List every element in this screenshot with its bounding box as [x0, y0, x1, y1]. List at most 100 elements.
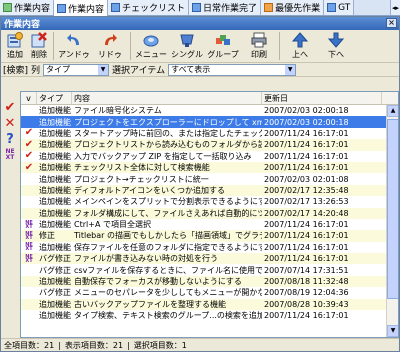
column-label: 列	[31, 66, 41, 76]
tab-icon	[327, 3, 337, 12]
column-header-date[interactable]: 更新日	[262, 92, 382, 104]
row-mark-cell[interactable]: NE XT	[21, 219, 37, 230]
table-row[interactable]: NE XT 修正 Titlebar の描画でもしかしたら「描画領域」でグラデー... 2…	[21, 230, 398, 242]
column-header-mark[interactable]: v	[21, 92, 37, 104]
row-date-cell: 2007/11/24 16:17:01	[264, 128, 349, 138]
row-date-cell: 2007/11/24 16:17:01	[264, 231, 349, 241]
add-button[interactable]: 追加	[3, 32, 27, 62]
question-icon[interactable]: ?	[3, 133, 17, 147]
tab-scroll-arrows-icon[interactable]: ◂▸	[390, 0, 400, 15]
table-row[interactable]: 追加機能 古いバックアップファイルを整理する機能 2007/08/28 10:39:…	[21, 298, 398, 311]
row-mark-cell[interactable]: NE XT	[21, 230, 37, 241]
table-row[interactable]: 追加機能プロジェクトをエクスプローラーにドロップして xml ファイ...200…	[21, 116, 398, 128]
column-header-type[interactable]: タイプ	[37, 92, 72, 104]
print-button[interactable]: 印刷	[241, 32, 277, 62]
row-date-cell: 2007/02/03 02:01:08	[264, 174, 349, 184]
row-type-cell: 追加機能	[39, 151, 71, 161]
row-mark-cell[interactable]: ✔	[21, 139, 37, 150]
single-icon	[179, 32, 195, 48]
row-mark-cell[interactable]	[21, 264, 37, 275]
row-type-cell: バグ修正	[39, 265, 71, 275]
status-separator: |	[127, 340, 130, 350]
table-row[interactable]: ✔ 追加機能 入力でバックアップ ZIP を指定して一括取り込み 2007/11/24…	[21, 151, 398, 162]
row-mark-cell[interactable]	[21, 310, 37, 321]
group-button[interactable]: グループ	[205, 32, 241, 62]
table-row[interactable]: バグ修正 メニューのセパレータを少ししてもメニューが開かない... 2007/08/…	[21, 287, 398, 298]
column-select[interactable]: タイプ ▼	[43, 63, 110, 76]
table-row[interactable]: 追加機能 ディフォルトアイコンをいくつか追加する 2007/02/17 12:35:…	[21, 184, 398, 197]
table-row[interactable]: 追加機能 ファイル暗号化システム 2007/02/03 02:00:18	[21, 105, 398, 116]
tab-5[interactable]: GT	[324, 0, 355, 15]
table-row[interactable]: ✔ 追加機能プロジェクトリストから読み込むものフォルダから読み込む...2007/…	[21, 139, 398, 151]
up-arrow-button[interactable]: 上へ	[282, 32, 318, 62]
table-row[interactable]: ✔ 追加機能スタートアップ時に前回の、または指定したチェックリスト...2007/…	[21, 128, 398, 139]
undo-button[interactable]: アンドゥ	[56, 32, 92, 62]
table-row[interactable]: 追加機能フォルダ構成にして、ファイルさえあれば自動的にツリー...2007/02…	[21, 207, 398, 219]
vertical-scrollbar[interactable]: ▲ ▼	[386, 105, 398, 337]
row-mark-cell[interactable]	[21, 116, 37, 127]
table-row[interactable]: 追加機能 タイプ検索、テキスト検索のグループ...の検索を追加 2007/11/24…	[21, 310, 398, 321]
row-mark-cell[interactable]	[21, 173, 37, 184]
row-mark-cell[interactable]	[21, 105, 37, 116]
menu-button[interactable]: メニュー	[133, 32, 169, 62]
status-total: 全項目数：21	[4, 340, 55, 350]
row-mark-cell[interactable]: NE XT	[21, 253, 37, 264]
toolbar-button-label: 下へ	[328, 50, 344, 59]
tab-4[interactable]: 最優先作業	[261, 0, 325, 15]
item-select[interactable]: すべて表示 ▼	[168, 63, 297, 76]
scroll-down-arrow-icon[interactable]: ▼	[387, 325, 398, 337]
scroll-up-arrow-icon[interactable]: ▲	[387, 105, 398, 117]
table-body: 追加機能 ファイル暗号化システム 2007/02/03 02:00:18 追加機能 プロ…	[21, 105, 398, 321]
tab-3[interactable]: 日常作業完了	[189, 0, 262, 15]
row-content-cell: 古いバックアップファイルを整理する機能	[74, 299, 226, 309]
table-row[interactable]: 追加機能 メインペインをスプリットで分割表示できるようにする 2007/02/17 …	[21, 196, 398, 207]
row-mark-cell[interactable]: ✔	[21, 128, 37, 139]
row-mark-cell[interactable]: ✔	[21, 162, 37, 173]
row-mark-cell[interactable]	[21, 276, 37, 287]
row-date-cell: 2007/11/24 16:17:01	[264, 140, 349, 150]
single-button[interactable]: シングル	[169, 32, 205, 62]
row-mark-cell[interactable]	[21, 208, 37, 219]
table-row[interactable]: NE XT 追加機能 保存ファイルを任意のフォルダに指定できるようにする 2007/11…	[21, 242, 398, 253]
row-mark-cell[interactable]: NE XT	[21, 242, 37, 253]
row-date-cell: 2007/11/24 16:17:01	[264, 254, 349, 264]
row-mark-cell[interactable]	[21, 287, 37, 298]
table-row[interactable]: 追加機能 プロジェクト→チェックリストに統一 2007/02/03 02:01:08	[21, 173, 398, 184]
row-content-cell: メインペインをスプリットで分割表示できるようにする	[74, 197, 262, 207]
table-row[interactable]: バグ修正csvファイルを保存するときに、ファイル名に使用できな...2007/0…	[21, 264, 398, 275]
tab-2[interactable]: チェックリスト	[108, 0, 190, 15]
menu-icon	[143, 32, 159, 48]
filter-bar: [検索] 列 タイプ ▼ 選択アイテム すべて表示 ▼	[1, 62, 399, 77]
table-row[interactable]: 追加機能 自動保存でフォーカスが移動しないようにする 2007/08/18 11:3…	[21, 275, 398, 288]
delete-button[interactable]: 削除	[27, 32, 51, 62]
next-icon[interactable]: NE XT	[3, 149, 17, 163]
scroll-thumb[interactable]	[387, 119, 398, 299]
row-type-cell: 追加機能	[39, 163, 71, 173]
table-row[interactable]: NE XT 追加機能 Ctrl+A で項目全選択 2007/11/24 16:17:01	[21, 219, 398, 230]
row-type-cell: 追加機能	[39, 117, 71, 127]
tab-label: GT	[338, 2, 351, 13]
print-icon	[251, 32, 267, 48]
toolbar-button-label: グループ	[207, 50, 239, 59]
row-date-cell: 2007/08/28 10:39:43	[264, 299, 349, 309]
row-type-cell: 追加機能	[39, 185, 71, 195]
row-type-cell: 追加機能	[39, 220, 71, 230]
tab-0[interactable]: 作業内容	[0, 0, 55, 15]
row-mark-cell[interactable]	[21, 196, 37, 207]
cross-icon[interactable]: ✕	[3, 117, 17, 131]
row-content-cell: ファイル暗号化システム	[74, 106, 162, 116]
next-icon: NE XT	[25, 219, 33, 230]
toolbar-button-label: リドゥ	[98, 50, 122, 59]
redo-button[interactable]: リドゥ	[92, 32, 128, 62]
down-arrow-button[interactable]: 下へ	[318, 32, 354, 62]
chevron-down-icon: ▼	[98, 64, 109, 75]
table-row[interactable]: NE XT バグ修正 ファイルが書き込みない時の対処を行う 2007/11/24 16:…	[21, 253, 398, 265]
table-row[interactable]: ✔ 追加機能 チェックリスト全体に対して検索機能 2007/11/24 16:17:0…	[21, 161, 398, 174]
check-icon[interactable]: ✔	[3, 101, 17, 115]
row-mark-cell[interactable]: ✔	[21, 151, 37, 162]
column-header-content[interactable]: 内容	[72, 92, 262, 104]
close-button[interactable]: ×	[386, 18, 397, 28]
tab-1[interactable]: 作業内容	[54, 0, 109, 16]
row-mark-cell[interactable]	[21, 299, 37, 310]
row-mark-cell[interactable]	[21, 185, 37, 196]
